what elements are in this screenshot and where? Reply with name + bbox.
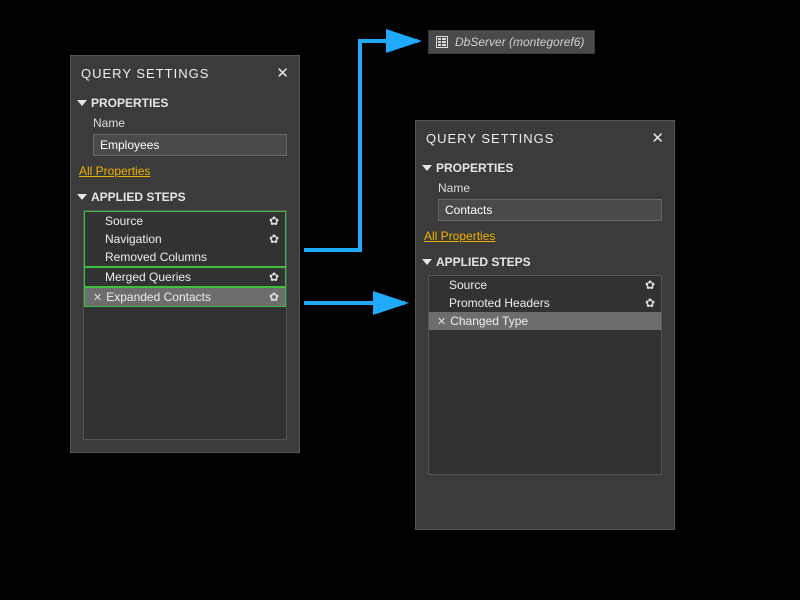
caret-down-icon	[77, 100, 87, 106]
applied-step-row[interactable]: ✕ Changed Type	[429, 312, 661, 330]
applied-steps-section: APPLIED STEPS Source ✿ Navigation ✿ Removed …	[71, 186, 299, 452]
name-label: Name	[424, 179, 666, 197]
applied-step-row[interactable]: ✕ Expanded Contacts ✿	[84, 287, 286, 307]
step-label: Expanded Contacts	[106, 290, 211, 304]
properties-section: PROPERTIES Name All Properties	[71, 92, 299, 186]
close-icon[interactable]: ✕	[651, 129, 664, 147]
applied-step-row[interactable]: Source ✿	[84, 211, 286, 230]
arrow-source-to-dbserver	[304, 41, 418, 250]
properties-section: PROPERTIES Name All Properties	[416, 157, 674, 251]
all-properties-link[interactable]: All Properties	[424, 229, 495, 243]
gear-icon[interactable]: ✿	[269, 232, 279, 246]
properties-header[interactable]: PROPERTIES	[79, 94, 291, 114]
gear-icon[interactable]: ✿	[269, 214, 279, 228]
applied-step-row[interactable]: Merged Queries ✿	[84, 267, 286, 287]
name-input[interactable]	[93, 134, 287, 156]
step-label: Promoted Headers	[449, 296, 550, 310]
panel-header: QUERY SETTINGS ✕	[71, 56, 299, 92]
step-label: Source	[449, 278, 487, 292]
applied-steps-header[interactable]: APPLIED STEPS	[424, 253, 666, 273]
caret-down-icon	[422, 259, 432, 265]
caret-down-icon	[77, 194, 87, 200]
panel-title: QUERY SETTINGS	[81, 66, 209, 81]
step-label: Removed Columns	[105, 250, 207, 264]
data-source-label: DbServer (montegoref6)	[455, 35, 584, 49]
step-label: Navigation	[105, 232, 162, 246]
delete-step-icon[interactable]: ✕	[437, 315, 446, 328]
properties-header[interactable]: PROPERTIES	[424, 159, 666, 179]
applied-steps-header[interactable]: APPLIED STEPS	[79, 188, 291, 208]
panel-header: QUERY SETTINGS ✕	[416, 121, 674, 157]
applied-steps-section: APPLIED STEPS Source ✿ Promoted Headers ✿ ✕ C…	[416, 251, 674, 487]
step-label: Changed Type	[450, 314, 528, 328]
query-settings-panel-left: QUERY SETTINGS ✕ PROPERTIES Name All Pro…	[70, 55, 300, 453]
data-source-pill[interactable]: DbServer (montegoref6)	[428, 30, 595, 54]
database-icon	[435, 35, 449, 49]
caret-down-icon	[422, 165, 432, 171]
applied-step-row[interactable]: Promoted Headers ✿	[429, 294, 661, 312]
applied-step-row[interactable]: Removed Columns	[84, 248, 286, 267]
all-properties-link[interactable]: All Properties	[79, 164, 150, 178]
gear-icon[interactable]: ✿	[645, 278, 655, 292]
gear-icon[interactable]: ✿	[269, 270, 279, 284]
applied-steps-list: Source ✿ Promoted Headers ✿ ✕ Changed Type	[428, 275, 662, 475]
applied-step-row[interactable]: Navigation ✿	[84, 230, 286, 248]
name-label: Name	[79, 114, 291, 132]
gear-icon[interactable]: ✿	[645, 296, 655, 310]
delete-step-icon[interactable]: ✕	[93, 291, 102, 304]
gear-icon[interactable]: ✿	[269, 290, 279, 304]
name-input[interactable]	[438, 199, 662, 221]
close-icon[interactable]: ✕	[276, 64, 289, 82]
applied-step-row[interactable]: Source ✿	[429, 276, 661, 294]
applied-steps-list: Source ✿ Navigation ✿ Removed Columns Merged …	[83, 210, 287, 440]
panel-title: QUERY SETTINGS	[426, 131, 554, 146]
query-settings-panel-right: QUERY SETTINGS ✕ PROPERTIES Name All Pro…	[415, 120, 675, 530]
step-label: Merged Queries	[105, 270, 191, 284]
step-label: Source	[105, 214, 143, 228]
